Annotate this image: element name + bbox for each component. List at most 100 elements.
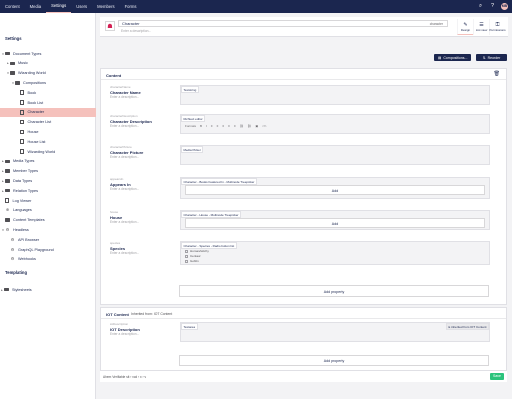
- editor-apps: ✎ Design ☰ List view ⚿ Permissions: [457, 19, 506, 35]
- nav-tab-forms[interactable]: Forms: [120, 0, 142, 13]
- search-icon[interactable]: ⌕: [477, 3, 484, 10]
- property-species: species Species Enter a description... Char…: [106, 241, 506, 271]
- property-editor-preview[interactable]: Character - Books Featured In - Multinod…: [180, 177, 490, 199]
- sidebar-item-wizarding-world[interactable]: Wizarding World: [0, 147, 96, 156]
- avatar[interactable]: MB: [501, 3, 508, 10]
- group-title[interactable]: Content: [106, 73, 121, 78]
- sidebar-item-api-browser[interactable]: ⚙ API Browser: [0, 235, 96, 244]
- templating-title: Templating: [5, 270, 28, 275]
- sidebar-item-wizarding-world[interactable]: ▾ Wizarding World: [0, 69, 96, 78]
- sidebar-item-member-types[interactable]: ▸ Member Types: [0, 167, 96, 176]
- nav-tab-media[interactable]: Media: [25, 0, 46, 13]
- reorder-button[interactable]: ⇅ Reorder: [476, 54, 507, 61]
- nav-tab-users[interactable]: Users: [71, 0, 92, 13]
- inherited-tag: is inherited from IOT Content: [445, 323, 489, 330]
- add-property-button[interactable]: Add property: [179, 285, 489, 297]
- sidebar-item-music[interactable]: ▸ Music: [0, 59, 96, 68]
- help-icon[interactable]: ?: [489, 3, 496, 10]
- breadcrumb-label: Ahem Verifiable: [103, 375, 126, 379]
- description-input[interactable]: Enter a description...: [121, 29, 151, 33]
- nav-tab-settings[interactable]: Settings: [46, 0, 72, 13]
- sidebar-item-label: Log Viewer: [12, 198, 32, 203]
- sidebar-item-data-types[interactable]: ▸ Data Types: [0, 176, 96, 185]
- sidebar-item-label: Book List: [27, 100, 44, 105]
- sidebar-item-book[interactable]: Book: [0, 88, 96, 97]
- nav-tab-members[interactable]: Members: [92, 0, 119, 13]
- sidebar-item-label: Member Types: [13, 169, 39, 174]
- breadcrumb-path[interactable]: sit › vcd › x › v: [126, 375, 146, 379]
- sidebar-item-graphql-playground[interactable]: ⚙ GraphQL Playground: [0, 245, 96, 254]
- sidebar-item-label: Relation Types: [13, 188, 39, 193]
- sidebar-item-label: Media Types: [13, 159, 35, 164]
- folder-icon: [15, 81, 20, 85]
- radio-option[interactable]: Centaur: [185, 254, 201, 258]
- compositions-button[interactable]: ▤ Compositions...: [434, 54, 472, 61]
- group-title[interactable]: IOT Content: [106, 312, 129, 317]
- sidebar-item-log-viewer[interactable]: Log Viewer: [0, 196, 96, 205]
- sidebar-item-label: Wizarding World: [27, 149, 56, 154]
- editor-tag: Richtext editor: [181, 115, 206, 122]
- richtext-toolbar: Formats B I ≡ ≡ ≡ ≡ ≡ ⛓ ⛓ ▣ </>: [185, 124, 485, 128]
- picker-add-button[interactable]: Add: [185, 185, 485, 195]
- sidebar-item-label: Webhooks: [18, 257, 36, 262]
- property-alias: house: [110, 210, 119, 214]
- gear-icon: ⚙: [5, 226, 10, 232]
- sidebar-item-label: Character List: [27, 120, 52, 125]
- toolbar-item: ≡: [222, 124, 225, 128]
- radio-icon: [185, 249, 188, 253]
- radio-option[interactable]: Goblin: [185, 259, 199, 263]
- document-icon: [20, 100, 24, 105]
- sidebar-item-languages[interactable]: ⊕ Languages: [0, 206, 96, 215]
- reorder-label: Reorder: [487, 55, 501, 60]
- radio-option[interactable]: Human/witchy: [185, 249, 209, 253]
- name-input[interactable]: Character character: [118, 20, 448, 27]
- sidebar-item-house-list[interactable]: House List: [0, 137, 96, 146]
- property-description: Enter a description...: [110, 95, 140, 99]
- save-button[interactable]: Save: [490, 373, 504, 380]
- toolbar-item: ≡: [210, 124, 213, 128]
- property-alias: characterDescription: [110, 114, 138, 118]
- app-permissions[interactable]: ⚿ Permissions: [489, 19, 506, 35]
- gear-icon: ⚙: [10, 256, 15, 262]
- folder-icon: [5, 218, 10, 222]
- property-editor-preview[interactable]: Media Picker: [180, 145, 490, 165]
- sidebar-item-character[interactable]: Character: [0, 107, 96, 117]
- sidebar-item-document-types[interactable]: ▾ Document Types: [0, 49, 96, 58]
- property-editor-preview[interactable]: Textstring: [180, 85, 490, 105]
- property-description: Enter a description...: [110, 155, 140, 159]
- toolbar-item: ≡: [216, 124, 219, 128]
- doctype-icon[interactable]: ☗: [105, 21, 115, 31]
- iot-group: IOT Content Inherited from: IOT Content …: [100, 307, 507, 371]
- app-design[interactable]: ✎ Design: [457, 19, 473, 35]
- main-panel: ☗ Character character Enter a descriptio…: [96, 13, 512, 399]
- alias-label[interactable]: character: [430, 21, 443, 27]
- toolbar-item: I: [206, 124, 207, 128]
- breadcrumb-item[interactable]: › v: [142, 375, 147, 379]
- property-editor-preview[interactable]: Character - Species - Radio button list H…: [180, 241, 490, 265]
- sidebar-item-stylesheets[interactable]: ▸ Stylesheets: [0, 285, 96, 294]
- nav-tab-content[interactable]: Content: [0, 0, 25, 13]
- property-house: house House Enter a description... Characte…: [106, 210, 506, 236]
- sidebar-item-character-list[interactable]: Character List: [0, 118, 96, 127]
- folder-icon: [10, 71, 15, 75]
- add-property-button[interactable]: Add property: [179, 355, 489, 366]
- sidebar-item-relation-types[interactable]: ▸ Relation Types: [0, 186, 96, 195]
- sidebar-item-content-templates[interactable]: Content Templates: [0, 216, 96, 225]
- sidebar-item-book-list[interactable]: Book List: [0, 98, 96, 107]
- property-editor-preview[interactable]: Richtext editor Formats B I ≡ ≡ ≡ ≡ ≡ ⛓ ⛓ ▣ </>: [180, 114, 490, 134]
- trash-icon[interactable]: 🗑: [494, 72, 500, 77]
- picker-add-button[interactable]: Add: [185, 218, 485, 228]
- folder-icon: [10, 61, 15, 66]
- sidebar-item-compositions[interactable]: ▾ Compositions: [0, 78, 96, 87]
- sidebar-item-media-types[interactable]: ▸ Media Types: [0, 157, 96, 166]
- sidebar-item-label: House List: [27, 139, 46, 144]
- sidebar-item-house[interactable]: House: [0, 127, 96, 136]
- sidebar-item-webhooks[interactable]: ⚙ Webhooks: [0, 255, 96, 264]
- sidebar-item-headless[interactable]: ▾ ⚙ Headless: [0, 225, 96, 234]
- editor-tag: Textstring: [181, 86, 199, 93]
- compositions-icon: ▤: [438, 55, 442, 60]
- app-list-view[interactable]: ☰ List view: [473, 19, 489, 35]
- radio-icon: [185, 254, 188, 258]
- toolbar-item: B: [200, 124, 203, 128]
- property-editor-preview[interactable]: Character - House - Multinode Treepicker…: [180, 210, 490, 230]
